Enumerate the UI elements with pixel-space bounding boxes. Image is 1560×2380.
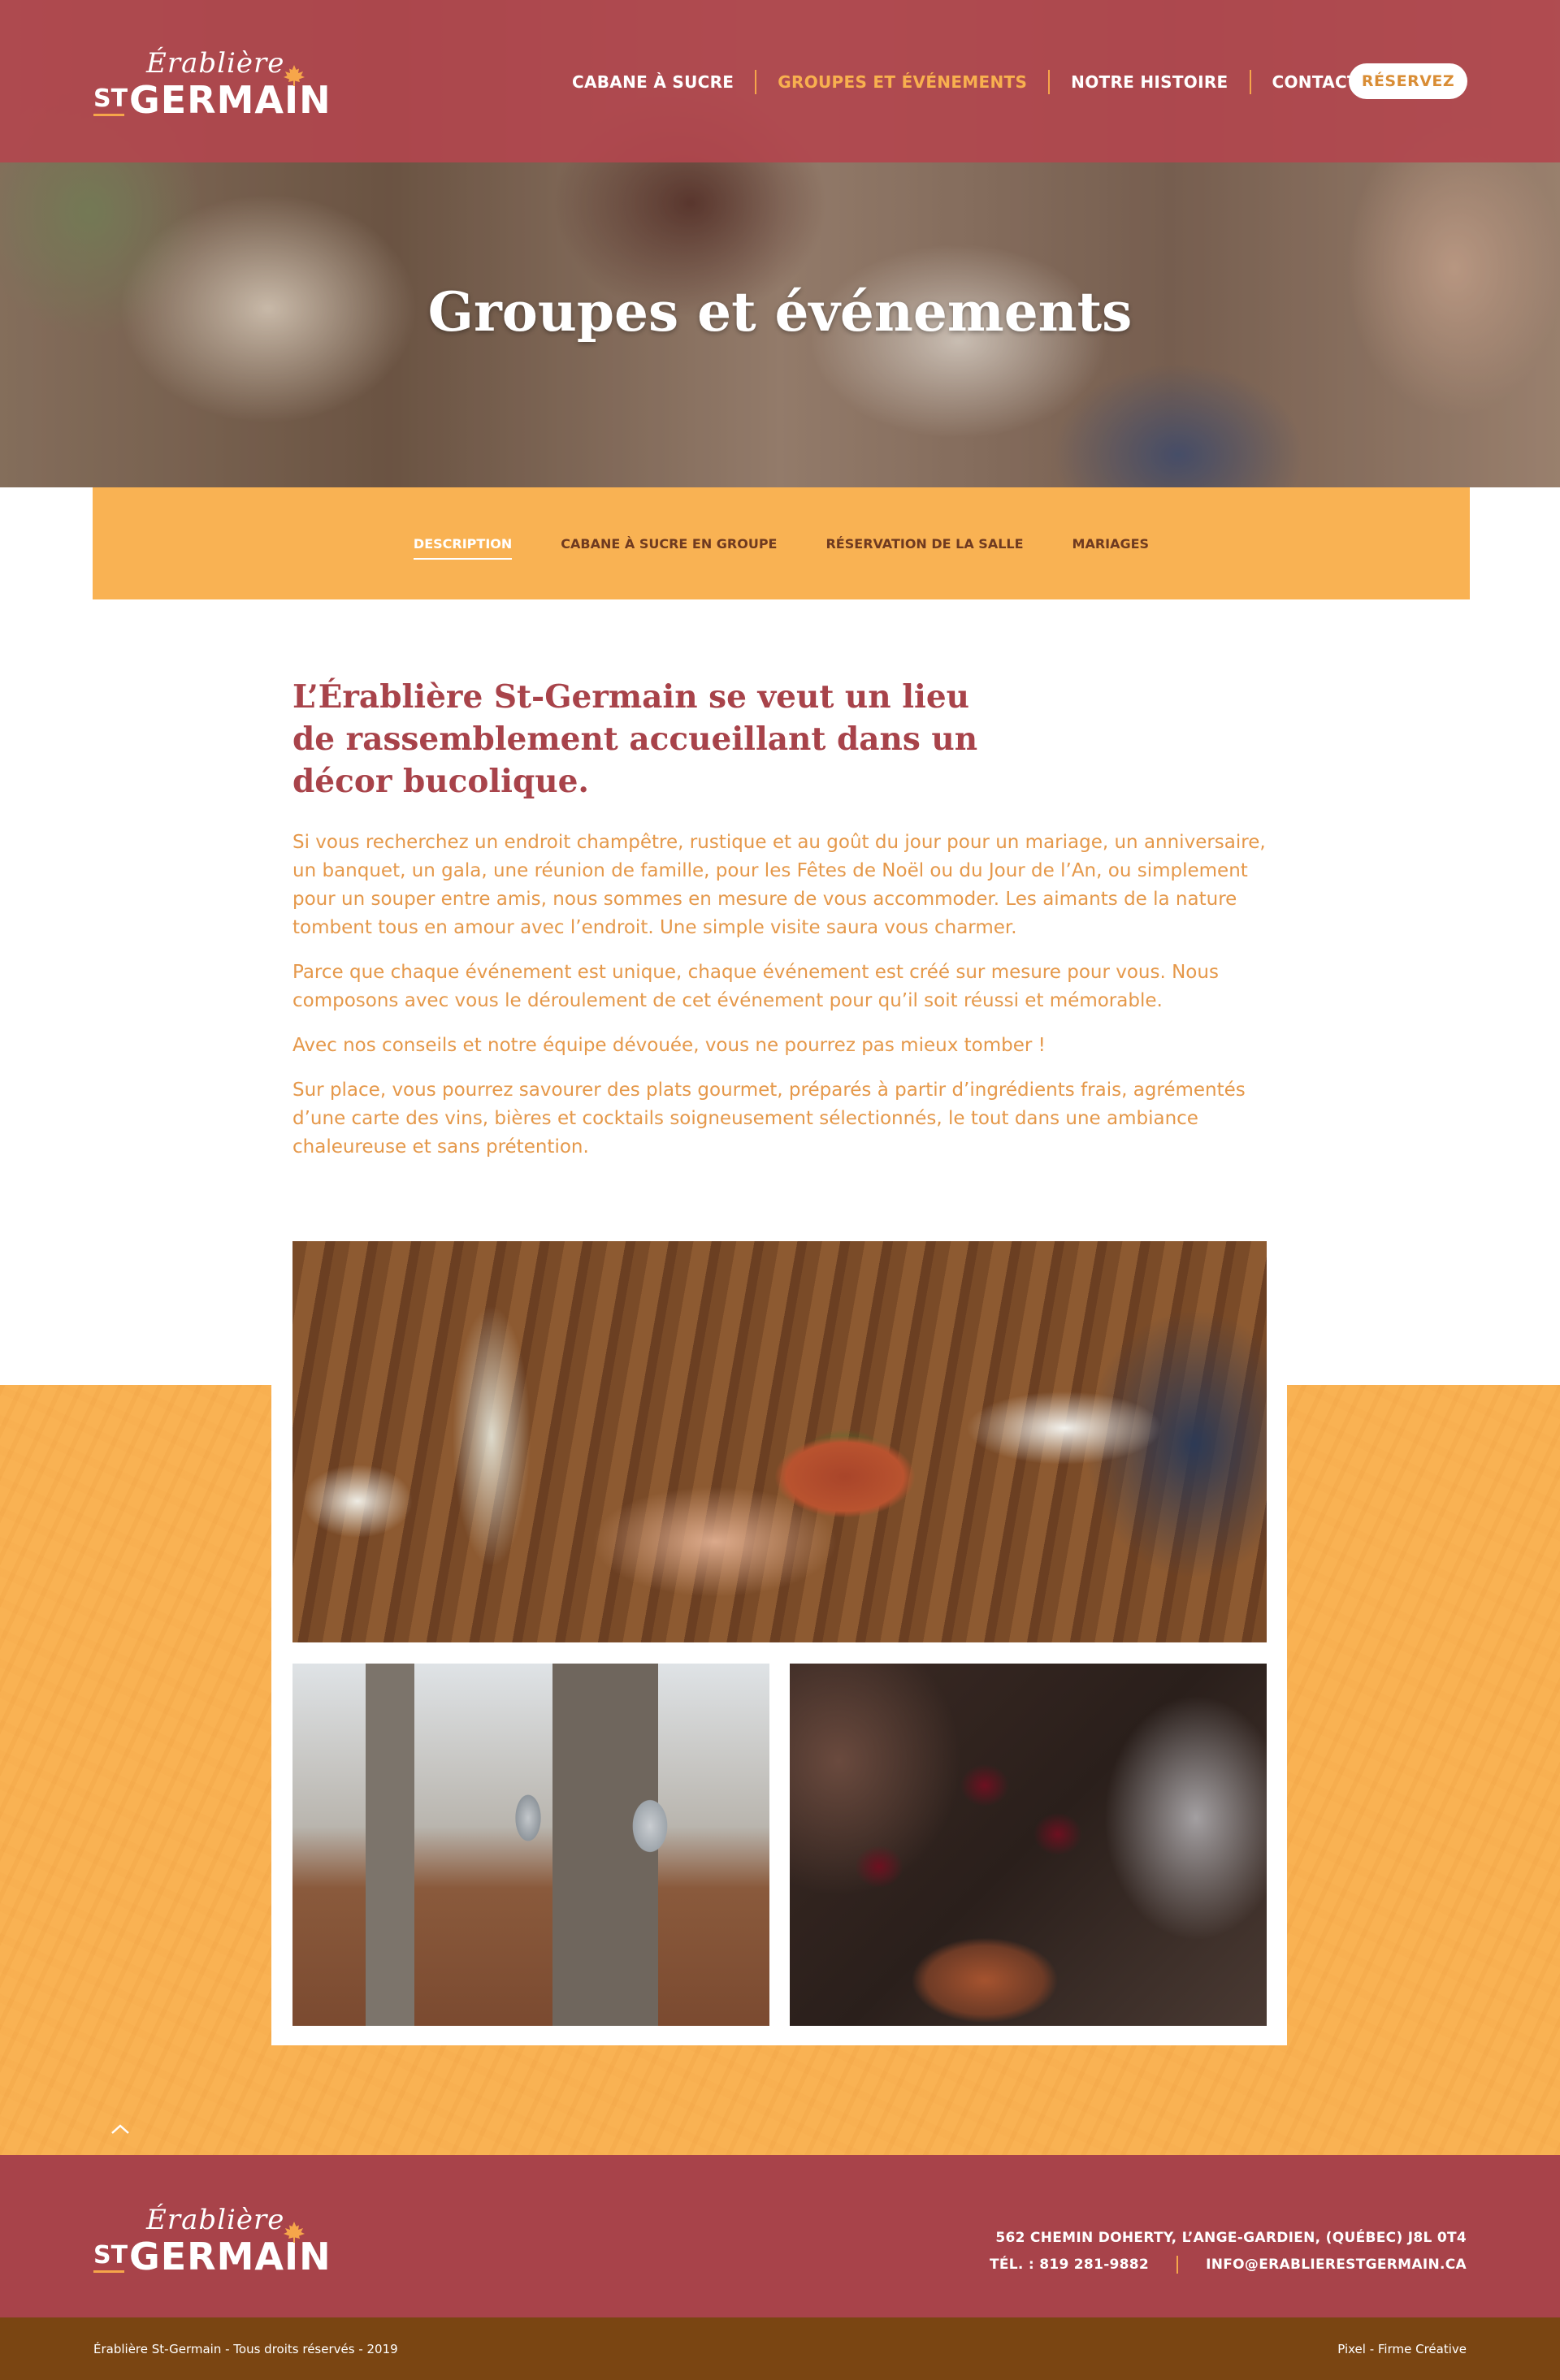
copyright-bar: Érablière St-Germain - Tous droits réser… <box>0 2317 1560 2380</box>
nav-item-groupes-evenements[interactable]: GROUPES ET ÉVÉNEMENTS <box>778 72 1027 92</box>
footer-contact: TÉL. : 819 281-9882 INFO@ERABLIERESTGERM… <box>990 2256 1467 2274</box>
logo-prefix: ST <box>93 84 128 113</box>
tab-description[interactable]: DESCRIPTION <box>413 536 513 560</box>
tab-reservation-salle[interactable]: RÉSERVATION DE LA SALLE <box>826 536 1023 552</box>
header-bar: Érablière ST GERMAIN CABANE À SUCRE GROU… <box>0 0 1560 162</box>
footer-logo[interactable]: Érablière ST GERMAIN <box>93 2204 337 2278</box>
main-nav: CABANE À SUCRE GROUPES ET ÉVÉNEMENTS NOT… <box>572 70 1358 94</box>
maple-leaf-icon <box>284 2222 305 2243</box>
footer-address: 562 CHEMIN DOHERTY, L’ANGE-GARDIEN, (QUÉ… <box>995 2230 1467 2246</box>
logo-script-text: Érablière <box>146 2204 285 2236</box>
copyright-text: Érablière St-Germain - Tous droits réser… <box>93 2342 398 2356</box>
description-paragraph: Parce que chaque événement est unique, c… <box>292 962 1219 1011</box>
scroll-to-top-button[interactable] <box>102 2115 138 2143</box>
page-title: Groupes et événements <box>427 280 1133 344</box>
description-paragraph: Si vous recherchez un endroit champêtre,… <box>292 832 1266 938</box>
site-logo[interactable]: Érablière ST GERMAIN <box>93 47 337 122</box>
photo-maple-sap-buckets <box>292 1664 769 2026</box>
nav-item-contact[interactable]: CONTACT <box>1272 72 1358 92</box>
nav-separator <box>755 70 757 94</box>
photo-dinner-table <box>292 1241 1267 1642</box>
photo-wine-toast <box>790 1664 1267 2026</box>
nav-separator <box>1048 70 1051 94</box>
section-tabs: DESCRIPTION CABANE À SUCRE EN GROUPE RÉS… <box>93 487 1470 599</box>
nav-separator <box>1249 70 1251 94</box>
description-body: Si vous recherchez un endroit champêtre,… <box>292 829 1268 1178</box>
logo-prefix: ST <box>93 2241 128 2270</box>
nav-item-cabane-a-sucre[interactable]: CABANE À SUCRE <box>572 72 734 92</box>
tab-cabane-en-groupe[interactable]: CABANE À SUCRE EN GROUPE <box>561 536 777 552</box>
description-paragraph: Avec nos conseils et notre équipe dévoué… <box>292 1035 1046 1056</box>
chevron-up-icon <box>111 2124 129 2134</box>
agency-credit-link[interactable]: Pixel - Firme Créative <box>1337 2342 1467 2356</box>
footer-separator <box>1176 2256 1179 2274</box>
nav-item-notre-histoire[interactable]: NOTRE HISTOIRE <box>1071 72 1228 92</box>
footer-email-link[interactable]: INFO@ERABLIERESTGERMAIN.CA <box>1206 2257 1467 2273</box>
footer: Érablière ST GERMAIN 562 CHEMIN DOHERTY,… <box>0 2155 1560 2317</box>
reserve-button[interactable]: RÉSERVEZ <box>1349 63 1467 99</box>
logo-underline <box>93 2270 124 2273</box>
logo-underline <box>93 114 124 116</box>
description-paragraph: Sur place, vous pourrez savourer des pla… <box>292 1080 1246 1158</box>
tab-mariages[interactable]: MARIAGES <box>1072 536 1150 552</box>
section-headline: L’Érablière St-Germain se veut un lieu d… <box>292 678 978 800</box>
maple-leaf-icon <box>284 65 305 86</box>
footer-phone-link[interactable]: TÉL. : 819 281-9882 <box>990 2257 1149 2273</box>
logo-script-text: Érablière <box>146 47 285 80</box>
